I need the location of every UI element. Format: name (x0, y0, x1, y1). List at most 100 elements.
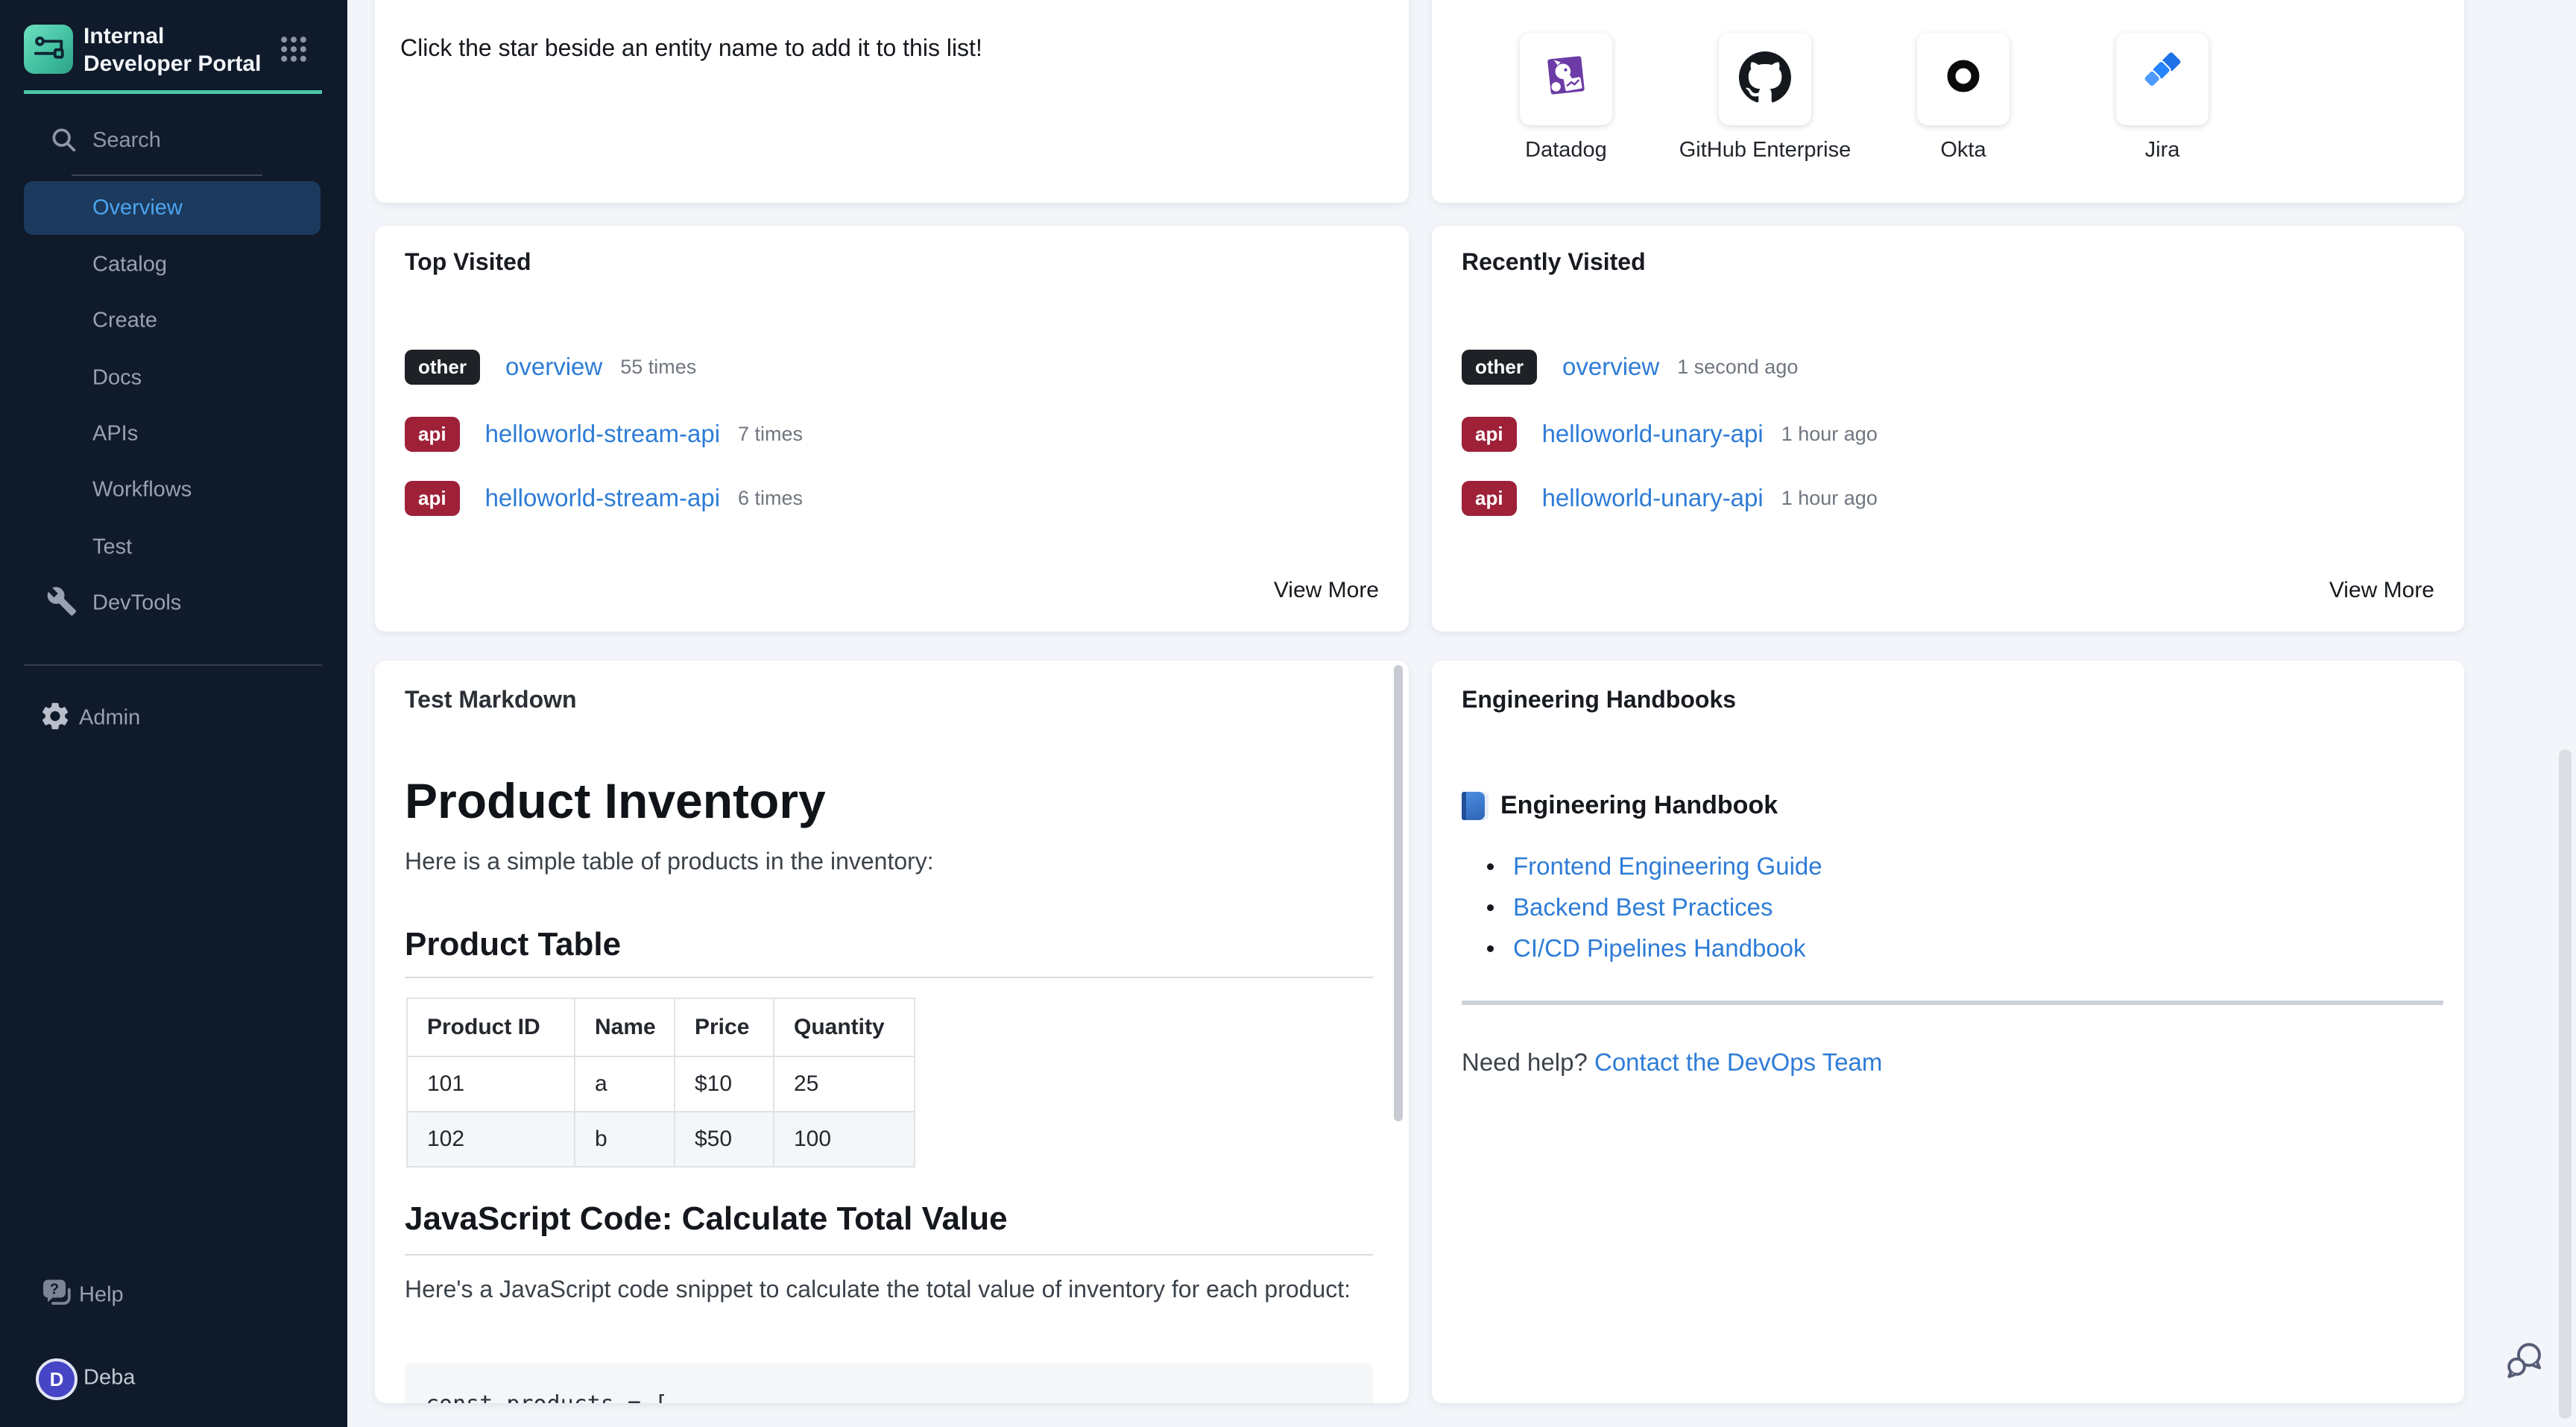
handbook-list-item: Frontend Engineering Guide (1487, 846, 1822, 886)
sidebar-item-apis[interactable]: APIs (92, 422, 138, 447)
search-icon (49, 125, 79, 155)
visit-count: 55 times (620, 356, 696, 379)
gear-icon (39, 700, 72, 737)
avatar-initial: D (50, 1368, 64, 1391)
handbook-section: Engineering Handbook (1462, 791, 1778, 820)
visit-count: 6 times (738, 487, 803, 510)
sidebar-item-admin[interactable]: Admin (79, 706, 140, 731)
visited-row: api helloworld-unary-api 1 hour ago (1462, 411, 1878, 457)
kind-badge: api (1462, 417, 1517, 452)
sidebar-item-overview[interactable]: Overview (24, 181, 321, 235)
table-cell: 100 (774, 1112, 915, 1167)
table-cell: $50 (675, 1112, 774, 1167)
sidebar-user-name[interactable]: Deba (83, 1366, 135, 1390)
sidebar-item-create[interactable]: Create (92, 309, 157, 333)
handbook-link[interactable]: Frontend Engineering Guide (1513, 852, 1822, 881)
integration-tile-okta[interactable] (1917, 33, 2010, 125)
markdown-paragraph: Here's a JavaScript code snippet to calc… (405, 1272, 1351, 1306)
integration-label: Okta (1852, 138, 2075, 163)
table-header: Name (575, 998, 675, 1056)
handbook-list-item: CI/CD Pipelines Handbook (1487, 928, 1806, 968)
handbook-link[interactable]: CI/CD Pipelines Handbook (1513, 934, 1806, 963)
card-title: Recently Visited (1462, 248, 1646, 276)
sidebar-item-test[interactable]: Test (92, 535, 132, 560)
contact-devops-link[interactable]: Contact the DevOps Team (1594, 1048, 1882, 1076)
kind-badge: other (1462, 350, 1537, 385)
test-markdown-card: Test Markdown Product Inventory Here is … (375, 661, 1409, 1403)
entity-link[interactable]: overview (505, 353, 602, 381)
table-header: Quantity (774, 998, 915, 1056)
table-cell: $10 (675, 1056, 774, 1112)
handbook-section-title: Engineering Handbook (1500, 791, 1778, 820)
sidebar-divider (24, 664, 322, 666)
table-cell: a (575, 1056, 675, 1112)
sidebar-item-devtools[interactable]: DevTools (92, 591, 181, 616)
card-scrollbar-thumb[interactable] (1394, 665, 1403, 1121)
engineering-handbooks-card: Engineering Handbooks Engineering Handbo… (1432, 661, 2464, 1403)
favorites-empty-message: Click the star beside an entity name to … (400, 34, 982, 62)
integration-tile-datadog[interactable] (1520, 33, 1612, 125)
visited-row: other overview 1 second ago (1462, 344, 1798, 390)
integration-label: Jira (2051, 138, 2274, 163)
visited-row: api helloworld-stream-api 7 times (405, 411, 803, 457)
card-title: Top Visited (405, 248, 531, 276)
view-more-button[interactable]: View More (2329, 578, 2434, 603)
table-header: Price (675, 998, 774, 1056)
table-row: 101 a $10 25 (407, 1056, 915, 1112)
datadog-icon (1539, 51, 1593, 108)
entity-link[interactable]: helloworld-stream-api (485, 420, 720, 448)
app-logo (24, 25, 73, 74)
chat-bubbles-icon[interactable] (2504, 1339, 2546, 1381)
kind-badge: api (1462, 481, 1517, 516)
view-more-button[interactable]: View More (1274, 578, 1379, 603)
sidebar-item-catalog[interactable]: Catalog (92, 253, 167, 277)
table-cell: b (575, 1112, 675, 1167)
bullet-icon (1487, 863, 1494, 870)
blue-book-icon (1462, 792, 1489, 820)
entity-link[interactable]: helloworld-unary-api (1542, 484, 1764, 512)
app-title: Internal Developer Portal (83, 22, 270, 78)
entity-link[interactable]: overview (1562, 353, 1659, 381)
entity-link[interactable]: helloworld-stream-api (485, 484, 720, 512)
visited-row: api helloworld-unary-api 1 hour ago (1462, 475, 1878, 521)
search-label: Search (92, 128, 161, 153)
user-avatar[interactable]: D (36, 1358, 78, 1400)
bullet-icon (1487, 945, 1494, 952)
markdown-divider (405, 1254, 1373, 1256)
card-title: Test Markdown (405, 686, 577, 714)
app-root: Internal Developer Portal Search Overvie… (0, 0, 2576, 1427)
kind-badge: api (405, 481, 460, 516)
code-block: const products = [ (405, 1363, 1373, 1403)
code-text: const products = [ (426, 1391, 1373, 1403)
integration-label: Datadog (1454, 138, 1678, 163)
wrench-icon (46, 586, 78, 621)
table-cell: 101 (407, 1056, 575, 1112)
entity-link[interactable]: helloworld-unary-api (1542, 420, 1764, 448)
apps-grid-icon[interactable] (277, 33, 310, 66)
markdown-paragraph: Here is a simple table of products in th… (405, 844, 934, 878)
page-scrollbar-thumb[interactable] (2559, 749, 2572, 1419)
integration-label: GitHub Enterprise (1653, 138, 1877, 163)
integration-tile-jira[interactable] (2116, 33, 2209, 125)
table-header-row: Product ID Name Price Quantity (407, 998, 915, 1056)
integration-tile-github[interactable] (1719, 33, 1811, 125)
sidebar-search[interactable]: Search (0, 119, 347, 167)
markdown-h2-table: Product Table (405, 926, 621, 963)
kind-badge: other (405, 350, 480, 385)
help-line: Need help? Contact the DevOps Team (1462, 1048, 1882, 1077)
favorites-card: Click the star beside an entity name to … (375, 0, 1409, 203)
sidebar-item-docs[interactable]: Docs (92, 366, 142, 391)
top-visited-card: Top Visited other overview 55 times api … (375, 226, 1409, 631)
product-table: Product ID Name Price Quantity 101 a $10… (406, 998, 915, 1168)
handbook-link[interactable]: Backend Best Practices (1513, 893, 1773, 922)
okta-icon (1937, 51, 1989, 107)
sidebar-item-workflows[interactable]: Workflows (92, 478, 192, 503)
table-cell: 25 (774, 1056, 915, 1112)
help-prefix: Need help? (1462, 1048, 1588, 1076)
recently-visited-card: Recently Visited other overview 1 second… (1432, 226, 2464, 631)
integrations-card: Datadog GitHub Enterprise Okta Jira (1432, 0, 2464, 203)
pipeline-logo-icon (31, 31, 66, 69)
sidebar-item-help[interactable]: Help (79, 1283, 124, 1308)
card-title: Engineering Handbooks (1462, 686, 1736, 714)
table-header: Product ID (407, 998, 575, 1056)
